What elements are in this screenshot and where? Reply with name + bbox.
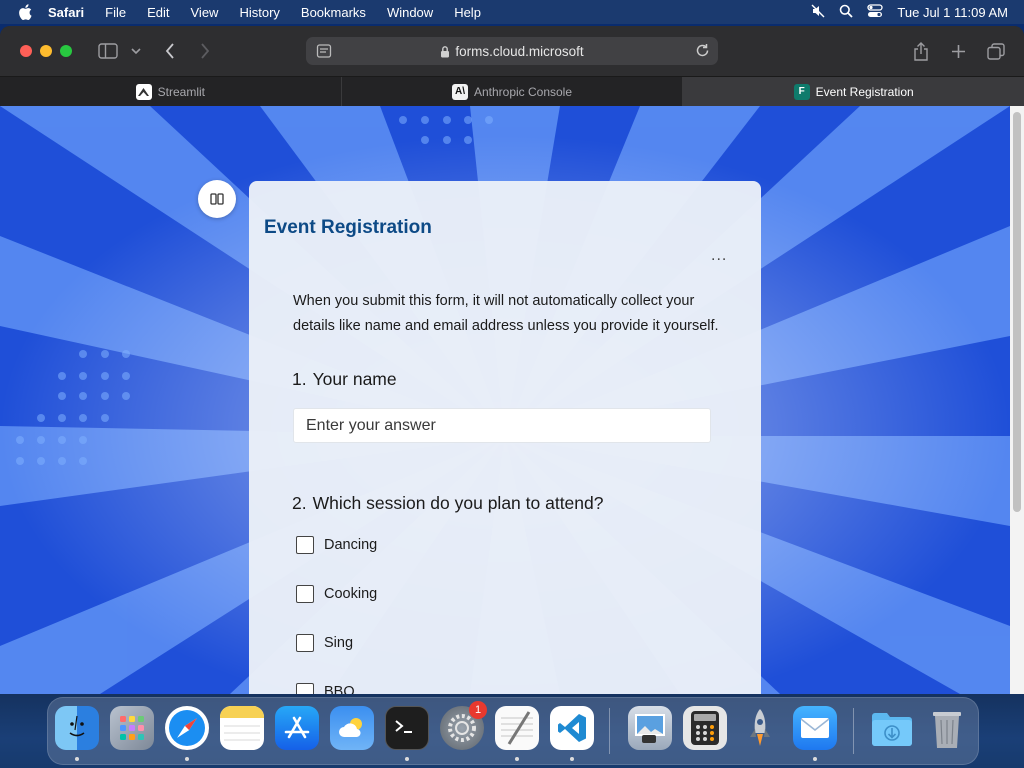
- tab-anthropic-console[interactable]: A\ Anthropic Console: [342, 77, 684, 106]
- vscode-icon[interactable]: [550, 706, 594, 750]
- option-sing[interactable]: Sing: [296, 634, 353, 652]
- streamlit-icon: [135, 83, 152, 100]
- menu-edit[interactable]: Edit: [147, 5, 169, 20]
- form-title: Event Registration: [264, 217, 432, 238]
- running-indicator: [185, 757, 189, 761]
- menu-clock[interactable]: Tue Jul 1 11:09 AM: [897, 5, 1008, 20]
- name-answer-input[interactable]: [293, 408, 711, 443]
- mute-icon[interactable]: [811, 4, 825, 21]
- menu-bookmarks[interactable]: Bookmarks: [301, 5, 366, 20]
- close-window-button[interactable]: [20, 45, 32, 57]
- checkbox[interactable]: [296, 683, 314, 694]
- tab-streamlit[interactable]: Streamlit: [0, 77, 342, 106]
- search-icon[interactable]: [839, 4, 854, 21]
- tab-bar: Streamlit A\ Anthropic Console F Event R…: [0, 76, 1024, 106]
- launchpad-icon[interactable]: [110, 706, 154, 750]
- notification-badge: 1: [469, 701, 487, 719]
- option-label: Sing: [324, 635, 354, 651]
- tab-label: Streamlit: [157, 84, 205, 99]
- weather-icon[interactable]: [330, 706, 374, 750]
- more-options-button[interactable]: ...: [711, 247, 727, 265]
- question-text: Which session do you plan to attend?: [312, 493, 604, 513]
- dock-separator: [609, 708, 610, 754]
- downloads-folder-icon[interactable]: [870, 706, 914, 750]
- question-text: Your name: [312, 369, 397, 389]
- immersive-reader-button[interactable]: [198, 180, 236, 218]
- back-icon[interactable]: [160, 38, 180, 64]
- privacy-notice: When you submit this form, it will not a…: [293, 293, 719, 334]
- preview-icon[interactable]: [628, 706, 672, 750]
- dock-separator: [853, 708, 854, 754]
- new-tab-icon[interactable]: [948, 38, 968, 64]
- notes-icon[interactable]: [220, 706, 264, 750]
- page-content: Event Registration ... When you submit t…: [0, 106, 1010, 694]
- tab-overview-icon[interactable]: [985, 38, 1007, 64]
- scrollbar[interactable]: [1010, 106, 1024, 694]
- control-center-icon[interactable]: [867, 3, 884, 21]
- window-controls: [20, 45, 72, 57]
- running-indicator: [570, 757, 574, 761]
- minimize-window-button[interactable]: [40, 45, 52, 57]
- checkbox[interactable]: [296, 536, 314, 554]
- forward-icon[interactable]: [195, 38, 215, 64]
- option-label: Cooking: [324, 586, 378, 602]
- question-2: 2. Which session do you plan to attend?: [292, 493, 604, 514]
- immersive-reader-icon: [210, 193, 224, 205]
- option-label: Dancing: [324, 537, 378, 553]
- sidebar-icon[interactable]: [96, 38, 120, 64]
- address-bar[interactable]: forms.cloud.microsoft: [306, 37, 718, 65]
- safari-window: forms.cloud.microsoft Streamlit A\ Anthr…: [0, 26, 1024, 694]
- mail-icon[interactable]: [793, 706, 837, 750]
- question-1: 1. Your name: [292, 369, 397, 390]
- lock-icon: [440, 45, 450, 58]
- running-indicator: [515, 757, 519, 761]
- checkbox[interactable]: [296, 585, 314, 603]
- running-indicator: [75, 757, 79, 761]
- scrollbar-thumb[interactable]: [1013, 112, 1021, 512]
- terminal-icon[interactable]: [385, 706, 429, 750]
- option-bbq[interactable]: BBQ: [296, 683, 355, 694]
- reader-icon[interactable]: [316, 43, 332, 62]
- zoom-window-button[interactable]: [60, 45, 72, 57]
- form-card: Event Registration ... When you submit t…: [249, 181, 761, 694]
- browser-toolbar: forms.cloud.microsoft: [0, 26, 1024, 76]
- trash-icon[interactable]: [925, 706, 969, 750]
- menu-help[interactable]: Help: [454, 5, 481, 20]
- reload-icon[interactable]: [695, 43, 710, 61]
- option-dancing[interactable]: Dancing: [296, 536, 377, 554]
- option-cooking[interactable]: Cooking: [296, 585, 377, 603]
- menu-file[interactable]: File: [105, 5, 126, 20]
- running-indicator: [813, 757, 817, 761]
- menu-history[interactable]: History: [239, 5, 279, 20]
- finder-icon[interactable]: [55, 706, 99, 750]
- textedit-icon[interactable]: [495, 706, 539, 750]
- tab-label: Anthropic Console: [473, 84, 573, 99]
- menu-window[interactable]: Window: [387, 5, 433, 20]
- microsoft-forms-icon: F: [793, 83, 810, 100]
- safari-icon[interactable]: [165, 706, 209, 750]
- chevron-down-icon[interactable]: [129, 38, 143, 64]
- apple-menu-icon[interactable]: [18, 4, 34, 20]
- app-store-icon[interactable]: [275, 706, 319, 750]
- option-label: BBQ: [324, 684, 355, 694]
- tab-label: Event Registration: [815, 84, 914, 99]
- question-number: 1.: [292, 369, 307, 389]
- menu-bar: Safari File Edit View History Bookmarks …: [0, 0, 1024, 24]
- anthropic-icon: A\: [451, 83, 468, 100]
- share-icon[interactable]: [910, 38, 932, 64]
- running-indicator: [405, 757, 409, 761]
- dock: 1: [47, 697, 979, 765]
- question-number: 2.: [292, 493, 307, 513]
- rocket-icon[interactable]: [738, 706, 782, 750]
- menu-app-name[interactable]: Safari: [48, 5, 84, 20]
- tab-event-registration[interactable]: F Event Registration: [683, 77, 1024, 106]
- checkbox[interactable]: [296, 634, 314, 652]
- url-text[interactable]: forms.cloud.microsoft: [455, 44, 583, 59]
- calculator-icon[interactable]: [683, 706, 727, 750]
- menu-view[interactable]: View: [191, 5, 219, 20]
